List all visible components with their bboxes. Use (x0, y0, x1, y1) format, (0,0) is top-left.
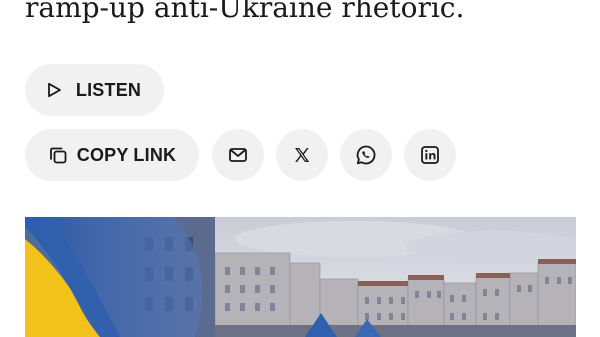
headline-text: ramp-up anti-Ukraine rhetoric. (25, 0, 465, 24)
whatsapp-icon (355, 144, 377, 166)
play-icon (46, 82, 62, 98)
envelope-icon (228, 145, 248, 165)
copy-icon (48, 145, 68, 165)
share-x-button[interactable] (276, 129, 328, 181)
linkedin-icon (420, 145, 440, 165)
share-email-button[interactable] (212, 129, 264, 181)
listen-button[interactable]: LISTEN (25, 64, 164, 116)
article-photo (25, 217, 576, 337)
copy-link-label: COPY LINK (76, 144, 177, 165)
copy-link-button[interactable]: COPY LINK (25, 129, 199, 181)
listen-label: LISTEN (75, 79, 142, 100)
share-whatsapp-button[interactable] (340, 129, 392, 181)
share-linkedin-button[interactable] (404, 129, 456, 181)
x-logo-icon (293, 146, 311, 164)
